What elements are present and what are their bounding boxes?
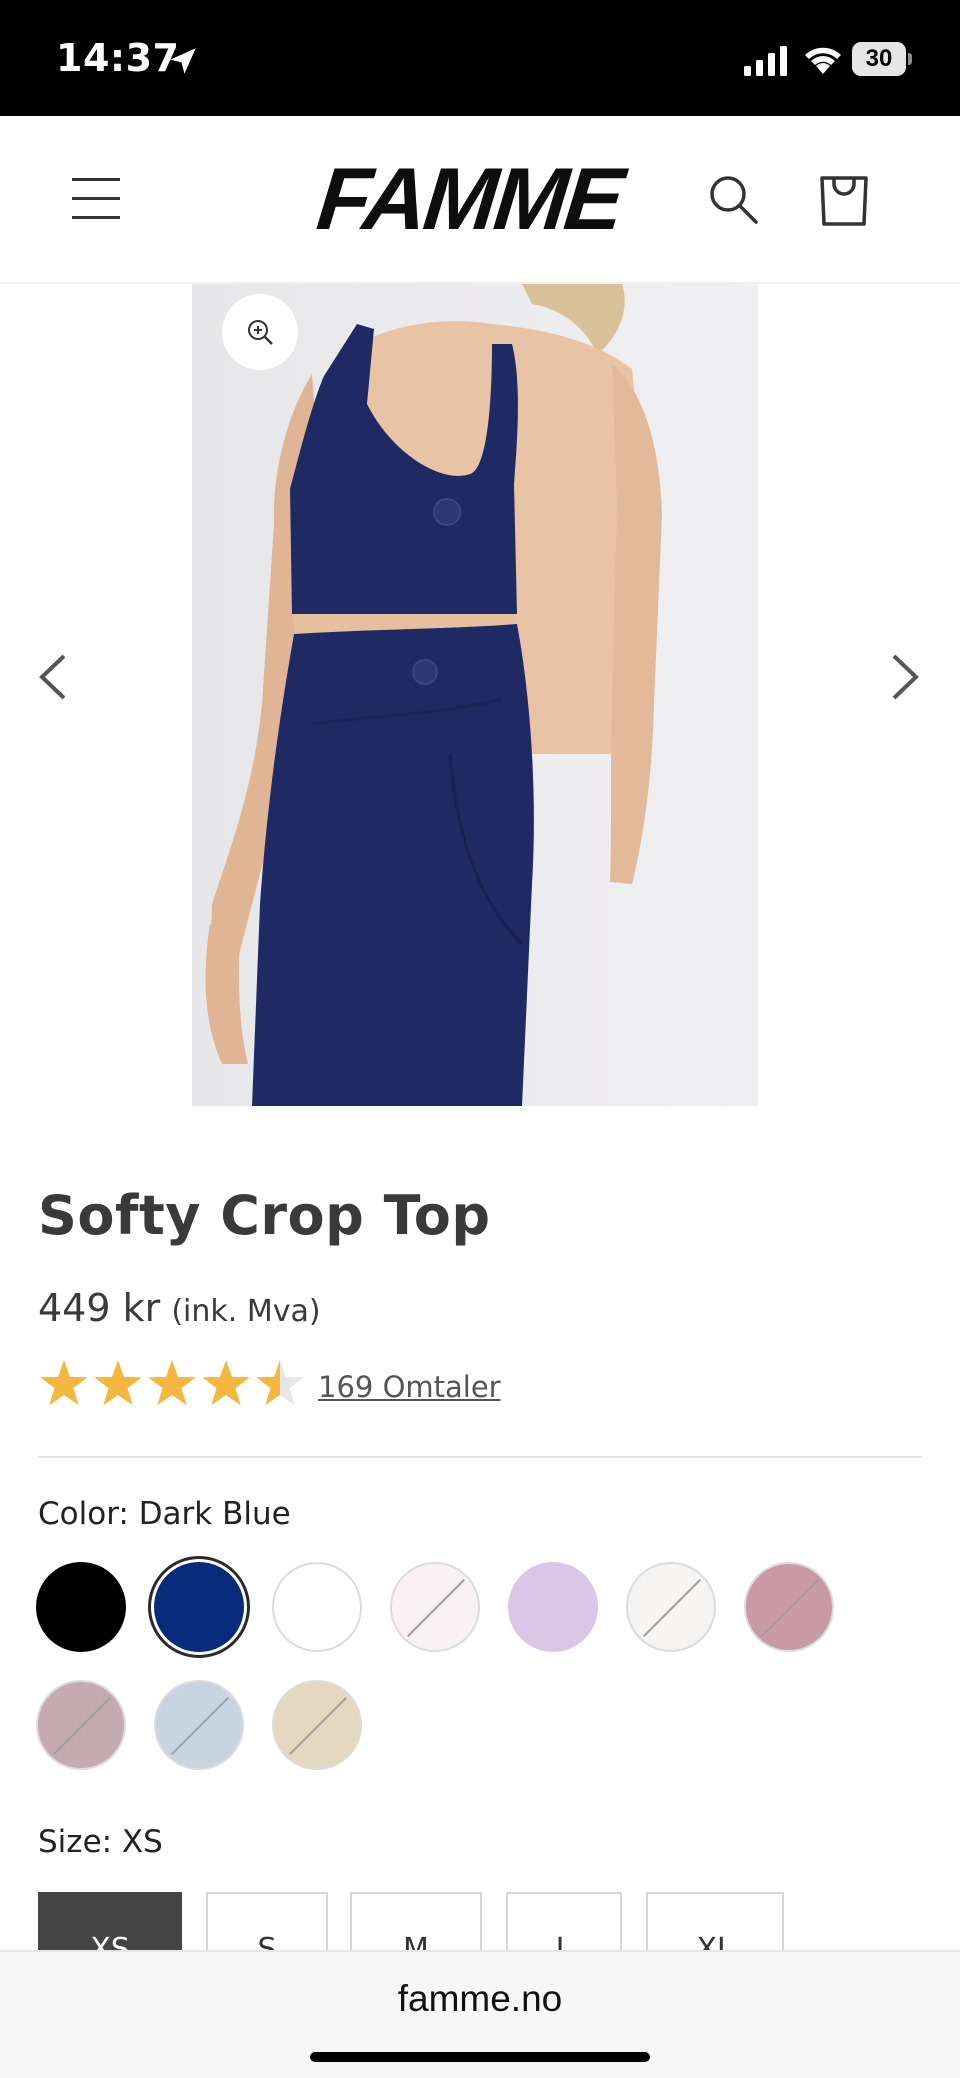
chevron-right-icon[interactable]	[886, 652, 922, 702]
divider	[38, 1456, 922, 1458]
product-photo-illustration	[205, 284, 662, 1106]
home-indicator[interactable]	[310, 2052, 650, 2062]
wifi-icon	[805, 47, 841, 74]
star-icon	[148, 1360, 196, 1406]
address-bar-url[interactable]: famme.no	[0, 1978, 960, 2020]
star-icon	[40, 1360, 88, 1406]
cellular-signal-icon	[744, 46, 787, 76]
logo-text: FAMME	[312, 149, 627, 248]
battery-tip	[908, 53, 912, 65]
zoom-in-icon	[248, 320, 273, 345]
price-row: 449 kr (ink. Mva)	[38, 1286, 321, 1330]
product-title: Softy Crop Top	[38, 1184, 491, 1247]
star-icon	[94, 1360, 142, 1406]
shopping-bag-icon[interactable]	[816, 168, 872, 228]
color-swatch-light-pink[interactable]	[390, 1562, 480, 1652]
price-vat-note: (ink. Mva)	[171, 1294, 321, 1329]
hamburger-menu-icon[interactable]	[72, 176, 122, 220]
product-gallery	[0, 284, 960, 1106]
chevron-left-icon[interactable]	[36, 652, 72, 702]
site-header: FAMME	[0, 116, 960, 284]
unavailable-slash	[407, 1579, 465, 1637]
color-swatch-light-blue[interactable]	[154, 1680, 244, 1770]
star-rating	[40, 1360, 304, 1406]
unavailable-slash	[171, 1697, 229, 1755]
product-price: 449 kr	[38, 1286, 161, 1330]
status-time: 14:37	[56, 36, 180, 80]
unavailable-slash	[53, 1697, 111, 1755]
color-swatch-black[interactable]	[36, 1562, 126, 1652]
location-arrow-icon	[170, 48, 196, 74]
unavailable-slash	[643, 1579, 701, 1637]
size-label: Size: XS	[38, 1824, 163, 1860]
color-swatch-dark-blue[interactable]	[154, 1562, 244, 1652]
color-swatch-beige[interactable]	[272, 1680, 362, 1770]
star-icon	[202, 1360, 250, 1406]
battery-indicator: 30	[852, 42, 912, 76]
search-icon[interactable]	[706, 172, 762, 228]
color-swatch-off-white[interactable]	[626, 1562, 716, 1652]
color-swatch-dusty-rose[interactable]	[744, 1562, 834, 1652]
star-icon	[256, 1360, 304, 1406]
unavailable-slash	[289, 1697, 347, 1755]
color-swatch-mauve[interactable]	[36, 1680, 126, 1770]
browser-bottom-bar: famme.no	[0, 1950, 960, 2078]
color-label: Color: Dark Blue	[38, 1496, 291, 1532]
unavailable-slash	[761, 1579, 819, 1637]
status-bar: 14:37 30	[0, 0, 960, 116]
product-image[interactable]	[192, 284, 758, 1106]
battery-level: 30	[852, 42, 906, 76]
site-logo[interactable]: FAMME	[313, 149, 638, 248]
zoom-button[interactable]	[222, 294, 298, 370]
color-swatch-lilac[interactable]	[508, 1562, 598, 1652]
color-swatch-white[interactable]	[272, 1562, 362, 1652]
reviews-link[interactable]: 169 Omtaler	[318, 1370, 501, 1404]
